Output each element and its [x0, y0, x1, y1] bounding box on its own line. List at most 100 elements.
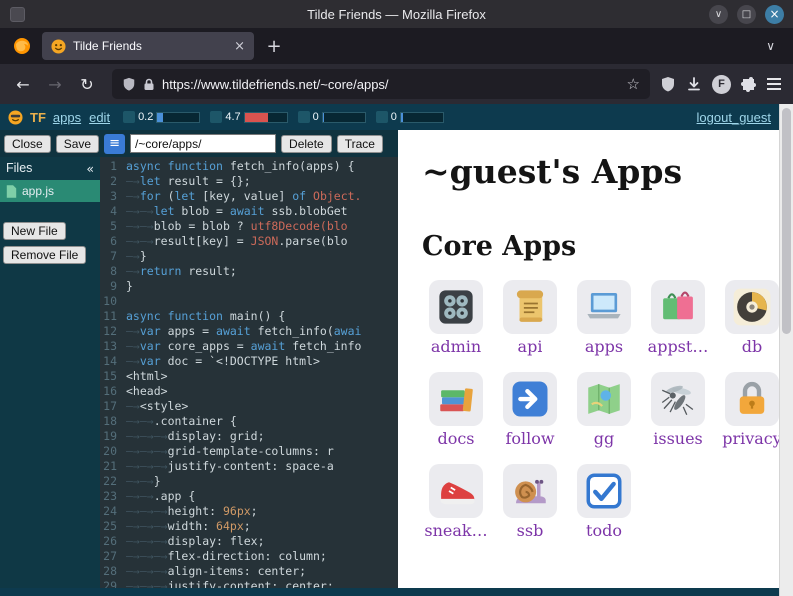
- https-lock-icon[interactable]: [143, 78, 155, 91]
- app-tile-follow[interactable]: follow: [496, 372, 564, 448]
- code-line: 10: [100, 294, 398, 309]
- line-number: 1: [100, 159, 126, 174]
- file-name: app.js: [22, 184, 54, 198]
- panel-toggle-button[interactable]: ≡: [104, 134, 125, 154]
- books-icon: [429, 372, 483, 426]
- minimize-button[interactable]: ∨: [709, 5, 728, 24]
- scrollbar-thumb[interactable]: [782, 108, 791, 334]
- account-avatar[interactable]: F: [712, 75, 731, 94]
- new-file-button[interactable]: New File: [3, 222, 66, 240]
- code-line: 15<html>: [100, 369, 398, 384]
- app-label: db: [742, 337, 762, 356]
- app-tile-issues[interactable]: issues: [644, 372, 712, 448]
- logout-link[interactable]: logout_guest: [697, 110, 771, 125]
- lock-icon: [725, 372, 779, 426]
- app-label: follow: [505, 429, 554, 448]
- app-path-input[interactable]: [130, 134, 276, 153]
- code-line: 9}: [100, 279, 398, 294]
- bookmark-star-icon[interactable]: ☆: [627, 75, 640, 93]
- checkbox-icon: [577, 464, 631, 518]
- meter-icon: [210, 111, 222, 123]
- line-number: 10: [100, 294, 126, 309]
- save-button[interactable]: Save: [56, 135, 99, 153]
- code-line: 21—→—→—→justify-content: space-a: [100, 459, 398, 474]
- code-line: 5—→—→blob = blob ? utf8Decode(blo: [100, 219, 398, 234]
- code-line: 3—→for (let [key, value] of Object.: [100, 189, 398, 204]
- app-label: apps: [585, 337, 623, 356]
- close-button[interactable]: ×: [765, 5, 784, 24]
- app-tile-ssb[interactable]: ssb: [496, 464, 564, 540]
- meter-icon: [298, 111, 310, 123]
- maximize-button[interactable]: □: [737, 5, 756, 24]
- resource-meter-3: 0: [376, 111, 444, 123]
- line-number: 5: [100, 219, 126, 234]
- app-tile-apps[interactable]: apps: [570, 280, 638, 356]
- meter-icon: [123, 111, 135, 123]
- app-tile-todo[interactable]: todo: [570, 464, 638, 540]
- appbar-link-edit[interactable]: edit: [89, 110, 110, 125]
- app-label: docs: [437, 429, 474, 448]
- code-line: 22—→—→}: [100, 474, 398, 489]
- app-label: api: [518, 337, 543, 356]
- meter-track: [322, 112, 366, 123]
- sneaker-icon: [429, 464, 483, 518]
- app-tile-api[interactable]: api: [496, 280, 564, 356]
- app-tile-admin[interactable]: admin: [422, 280, 490, 356]
- code-line: 12—→var apps = await fetch_info(awai: [100, 324, 398, 339]
- code-line: 11async function main() {: [100, 309, 398, 324]
- tracking-shield-icon[interactable]: [122, 77, 136, 91]
- code-line: 20—→—→—→grid-template-columns: r: [100, 444, 398, 459]
- resource-meter-1: 4.7: [210, 111, 287, 123]
- new-tab-button[interactable]: +: [260, 32, 288, 60]
- code-line: 6—→—→result[key] = JSON.parse(blo: [100, 234, 398, 249]
- code-line: 29—→—→—→justify-content: center;: [100, 579, 398, 588]
- page-scrollbar[interactable]: [779, 104, 793, 596]
- app-tile-docs[interactable]: docs: [422, 372, 490, 448]
- trace-button[interactable]: Trace: [337, 135, 383, 153]
- reload-button[interactable]: ↻: [72, 69, 102, 99]
- protections-shield-icon[interactable]: [660, 76, 676, 92]
- app-tile-privacy[interactable]: privacy: [718, 372, 779, 448]
- code-editor[interactable]: 1async function fetch_info(apps) {2—→let…: [100, 157, 398, 588]
- app-tile-sneak[interactable]: sneak…: [422, 464, 490, 540]
- cd-icon: [725, 280, 779, 334]
- delete-button[interactable]: Delete: [281, 135, 332, 153]
- extensions-puzzle-icon[interactable]: [741, 76, 757, 92]
- line-number: 21: [100, 459, 126, 474]
- meter-value: 0.2: [138, 111, 153, 123]
- code-line: 4—→—→let blob = await ssb.blobGet: [100, 204, 398, 219]
- collapse-sidebar-icon[interactable]: «: [86, 161, 94, 176]
- code-line: 27—→—→—→flex-direction: column;: [100, 549, 398, 564]
- app-label: privacy: [722, 429, 779, 448]
- close-editor-button[interactable]: Close: [4, 135, 51, 153]
- url-bar[interactable]: https://www.tildefriends.net/~core/apps/…: [112, 69, 650, 99]
- tab-close-icon[interactable]: ×: [234, 39, 245, 54]
- browser-tab[interactable]: Tilde Friends ×: [42, 32, 254, 60]
- window-title: Tilde Friends — Mozilla Firefox: [0, 7, 793, 22]
- forward-button[interactable]: →: [40, 69, 70, 99]
- line-number: 12: [100, 324, 126, 339]
- code-line: 17—→<style>: [100, 399, 398, 414]
- menu-hamburger-icon[interactable]: [767, 78, 781, 90]
- tildefriends-logo-text[interactable]: TF: [30, 110, 46, 125]
- meter-value: 4.7: [225, 111, 240, 123]
- app-label: admin: [431, 337, 481, 356]
- downloads-icon[interactable]: [686, 76, 702, 92]
- app-tile-appst[interactable]: appst…: [644, 280, 712, 356]
- app-label: gg: [594, 429, 614, 448]
- app-tile-db[interactable]: db: [718, 280, 779, 356]
- back-button[interactable]: ←: [8, 69, 38, 99]
- url-text[interactable]: https://www.tildefriends.net/~core/apps/: [162, 77, 620, 92]
- firefox-view-icon[interactable]: [8, 32, 36, 60]
- app-tile-gg[interactable]: gg: [570, 372, 638, 448]
- page-title: ~guest's Apps: [422, 152, 771, 191]
- code-line: 16<head>: [100, 384, 398, 399]
- file-item-app.js[interactable]: app.js: [0, 180, 100, 202]
- appbar-link-apps[interactable]: apps: [53, 110, 81, 125]
- list-tabs-chevron-icon[interactable]: ∨: [766, 39, 785, 53]
- remove-file-button[interactable]: Remove File: [3, 246, 86, 264]
- line-number: 14: [100, 354, 126, 369]
- app-menu-icon[interactable]: [10, 7, 25, 22]
- code-line: 8—→return result;: [100, 264, 398, 279]
- laptop-icon: [577, 280, 631, 334]
